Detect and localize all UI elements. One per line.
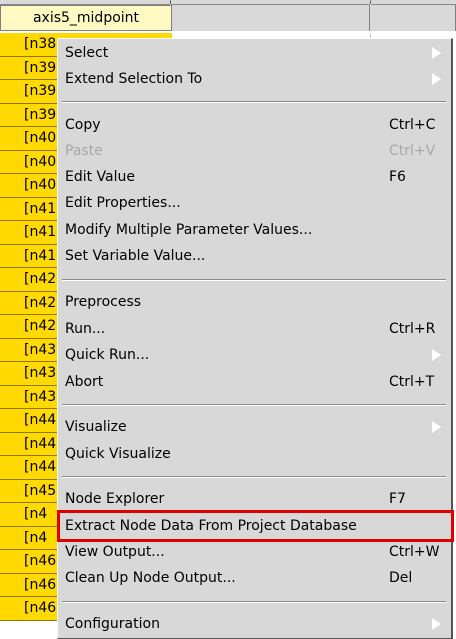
menu-item-shortcut: F7	[389, 491, 406, 507]
menu-item-shortcut: Del	[389, 570, 413, 586]
menu-item-label: Configuration	[65, 616, 160, 632]
menu-item-abort[interactable]: Abort Ctrl+T	[58, 369, 450, 395]
menu-item-label: Set Variable Value...	[65, 248, 206, 264]
menu-item-visualize[interactable]: Visualize	[58, 414, 450, 440]
menu-item-label: Abort	[65, 374, 104, 390]
menu-item-extend-selection[interactable]: Extend Selection To	[58, 66, 450, 92]
submenu-arrow-icon	[432, 349, 441, 361]
submenu-arrow-icon	[432, 47, 441, 59]
submenu-arrow-icon	[432, 618, 441, 630]
menu-separator	[62, 476, 446, 478]
menu-item-shortcut: Ctrl+C	[389, 117, 436, 133]
menu-separator	[62, 404, 446, 406]
menu-item-label: Modify Multiple Parameter Values...	[65, 222, 313, 238]
column-header-axis5-midpoint[interactable]: axis5_midpoint	[0, 5, 172, 31]
menu-item-shortcut: Ctrl+R	[389, 321, 436, 337]
menu-item-label: Copy	[65, 117, 101, 133]
menu-item-run[interactable]: Run... Ctrl+R	[58, 316, 450, 342]
menu-item-label: Extract Node Data From Project Database	[65, 518, 357, 534]
menu-item-label: Select	[65, 45, 109, 61]
menu-item-paste[interactable]: Paste Ctrl+V	[58, 138, 450, 164]
submenu-arrow-icon	[432, 73, 441, 85]
menu-item-set-variable[interactable]: Set Variable Value...	[58, 243, 450, 269]
menu-item-preprocess[interactable]: Preprocess	[58, 289, 450, 315]
menu-separator	[62, 601, 446, 603]
menu-item-label: Visualize	[65, 419, 127, 435]
menu-item-edit-value[interactable]: Edit Value F6	[58, 164, 450, 190]
menu-item-configuration[interactable]: Configuration	[58, 611, 450, 637]
menu-item-select[interactable]: Select	[58, 40, 450, 66]
column-header-empty[interactable]	[172, 5, 370, 31]
menu-item-label: Preprocess	[65, 294, 142, 310]
menu-item-edit-properties[interactable]: Edit Properties...	[58, 190, 450, 216]
menu-item-copy[interactable]: Copy Ctrl+C	[58, 112, 450, 138]
submenu-arrow-icon	[432, 421, 441, 433]
menu-item-label: Quick Visualize	[65, 446, 171, 462]
menu-separator	[62, 279, 446, 281]
menu-item-shortcut: F6	[389, 169, 406, 185]
menu-item-label: Extend Selection To	[65, 71, 203, 87]
menu-item-view-output[interactable]: View Output... Ctrl+W	[58, 539, 450, 565]
menu-item-shortcut: Ctrl+W	[389, 544, 440, 560]
menu-item-shortcut: Ctrl+T	[389, 374, 435, 390]
menu-item-quick-run[interactable]: Quick Run...	[58, 342, 450, 368]
menu-item-label: Clean Up Node Output...	[65, 570, 236, 586]
menu-item-label: Run...	[65, 321, 106, 337]
menu-item-label: Edit Value	[65, 169, 136, 185]
menu-item-label: Node Explorer	[65, 491, 165, 507]
menu-item-label: Quick Run...	[65, 347, 150, 363]
column-header-empty[interactable]	[370, 5, 456, 31]
menu-item-clean-up-output[interactable]: Clean Up Node Output... Del	[58, 565, 450, 591]
menu-item-node-explorer[interactable]: Node Explorer F7	[58, 486, 450, 512]
menu-item-label: View Output...	[65, 544, 165, 560]
menu-item-shortcut: Ctrl+V	[389, 143, 436, 159]
menu-item-extract-node-data[interactable]: Extract Node Data From Project Database	[58, 513, 450, 539]
column-header-label: axis5_midpoint	[32, 10, 140, 26]
menu-item-label: Edit Properties...	[65, 195, 181, 211]
menu-item-modify-multiple[interactable]: Modify Multiple Parameter Values...	[58, 217, 450, 243]
menu-separator	[62, 101, 446, 103]
context-menu: Select Extend Selection To Copy Ctrl+C P…	[57, 38, 453, 639]
table-header-row: axis5_midpoint	[0, 5, 456, 31]
menu-item-quick-visualize[interactable]: Quick Visualize	[58, 441, 450, 467]
menu-item-label: Paste	[65, 143, 103, 159]
